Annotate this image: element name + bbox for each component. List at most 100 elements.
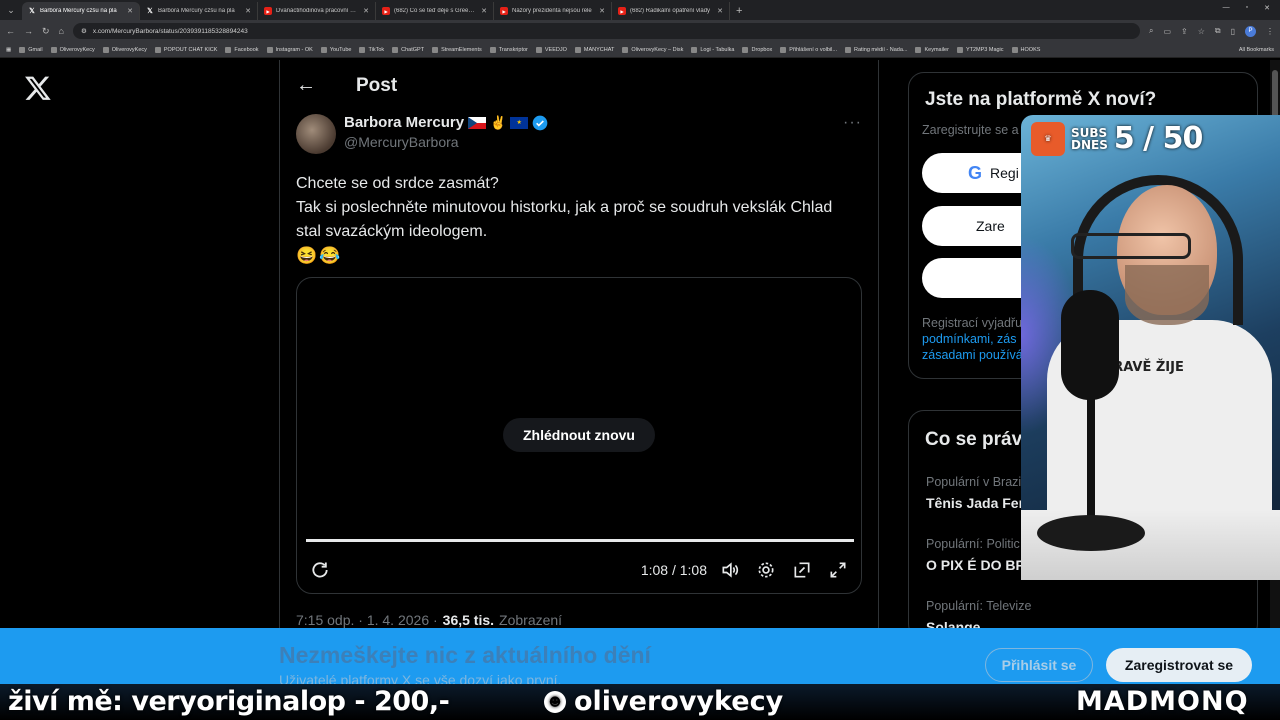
bookmarks-bar: ▦ Gmail OliverovyKecy OliverovyKecy POPOUT … <box>0 42 1280 58</box>
window-controls: — ▫ ✕ <box>1213 0 1280 16</box>
bookmark-favicon-icon <box>915 46 922 53</box>
post-header: ← Post <box>296 74 397 97</box>
bookmark-label: Dropbox <box>751 46 773 53</box>
bookmark-item[interactable]: VEEDJO <box>535 46 567 53</box>
browser-tab[interactable]: ▶ Dvanáctihodinová pracovní dob ✕ <box>258 2 376 20</box>
replay-button[interactable]: Zhlédnout znovu <box>503 418 655 452</box>
terms-link[interactable]: podmínkami, zás <box>922 332 1016 346</box>
bookmark-item[interactable]: Facebook <box>225 46 259 53</box>
zoom-icon[interactable]: ⌕ <box>1149 26 1153 36</box>
picture-in-picture-icon[interactable] <box>791 559 813 581</box>
bookmark-item[interactable]: ChatGPT <box>392 46 424 53</box>
close-tab-icon[interactable]: ✕ <box>363 7 369 15</box>
browser-tab[interactable]: ▶ (682) Radikální opatření vlády ✕ <box>612 2 730 20</box>
star-icon[interactable]: ☆ <box>1198 27 1205 36</box>
more-options-icon[interactable]: ··· <box>843 114 862 132</box>
back-arrow-icon[interactable]: ← <box>296 74 320 97</box>
bookmark-favicon-icon <box>50 46 57 53</box>
bookmark-favicon-icon <box>19 46 26 53</box>
bookmark-item[interactable]: Instagram - OK <box>266 46 313 53</box>
register-button[interactable]: Zaregistrovat se <box>1106 648 1252 682</box>
sidepanel-icon[interactable]: ▯ <box>1231 27 1235 36</box>
bookmark-item[interactable]: Logi - Tabulka <box>691 46 734 53</box>
bookmark-item[interactable]: OliverovyKecy <box>50 46 95 53</box>
login-banner: Nezmeškejte nic z aktuálního dění Uživat… <box>0 628 1280 688</box>
bookmark-label: OliverovyKecy – Disk <box>631 46 684 53</box>
apps-icon[interactable]: ▦ <box>6 47 11 53</box>
bookmark-item[interactable]: MANYCHAT <box>574 46 614 53</box>
video-progress-bar[interactable] <box>306 539 854 542</box>
bookmark-favicon-icon <box>1011 46 1018 53</box>
settings-gear-icon[interactable] <box>755 559 777 581</box>
x-logo-icon[interactable] <box>24 74 52 102</box>
bookmark-item[interactable]: YouTube <box>320 46 351 53</box>
close-tab-icon[interactable]: ✕ <box>717 7 723 15</box>
bookmark-item[interactable]: Rating médií - Nada... <box>844 46 908 53</box>
bookmark-item[interactable]: HOOKS <box>1011 46 1040 53</box>
trend-name: O PIX É DO BR <box>926 557 1026 573</box>
video-right-controls <box>719 559 849 581</box>
trend-item[interactable]: Populární v Brazi Tênis Jada Fer <box>926 475 1024 511</box>
bookmark-label: Rating médií - Nada... <box>853 46 908 53</box>
bookmark-label: YT2MP3 Magic <box>965 46 1004 53</box>
video-player[interactable]: Zhlédnout znovu 1:08 / 1:08 <box>296 277 862 594</box>
verified-badge-icon[interactable] <box>532 115 548 131</box>
menu-icon[interactable]: ⋮ <box>1266 27 1274 36</box>
profile-avatar[interactable]: P <box>1245 25 1256 37</box>
bookmark-item[interactable]: OliverovyKecy – Disk <box>622 46 684 53</box>
bookmark-item[interactable]: Keymailer <box>915 46 949 53</box>
all-bookmarks-button[interactable]: All Bookmarks <box>1239 47 1274 53</box>
bookmark-item[interactable]: Dropbox <box>742 46 773 53</box>
tweet-line: Tak si poslechněte minutovou historku, j… <box>296 199 833 216</box>
browser-tab[interactable]: 𝕏 Barbora Mercury czšu na pla ✕ <box>22 2 140 20</box>
view-label: Zobrazení <box>499 612 563 628</box>
close-tab-icon[interactable]: ✕ <box>599 7 605 15</box>
fullscreen-icon[interactable] <box>827 559 849 581</box>
bookmark-label: StreamElements <box>441 46 482 53</box>
site-info-icon[interactable]: ⚙ <box>81 27 87 35</box>
trend-item[interactable]: Populární: Politic O PIX É DO BR <box>926 537 1026 573</box>
cast-icon[interactable]: ▭ <box>1163 27 1171 36</box>
tab-title: Barbora Mercury czšu na pla <box>158 8 235 14</box>
browser-tab[interactable]: ▶ Názory prezidenta nejsou rele ✕ <box>494 2 612 20</box>
extensions-icon[interactable]: ⧉ <box>1215 26 1221 36</box>
new-tab-button[interactable]: + <box>730 2 748 20</box>
replay-icon[interactable] <box>309 559 331 581</box>
minimize-icon[interactable]: — <box>1223 4 1230 12</box>
glasses-icon <box>1071 233 1191 259</box>
close-tab-icon[interactable]: ✕ <box>481 7 487 15</box>
subs-label-line: DNES <box>1071 137 1108 152</box>
policy-link[interactable]: zásadami používá <box>922 348 1023 362</box>
url-input[interactable]: ⚙ x.com/MercuryBarbora/status/2039391185… <box>72 23 1140 39</box>
close-tab-icon[interactable]: ✕ <box>127 7 133 15</box>
login-button[interactable]: Přihlásit se <box>985 648 1093 682</box>
avatar[interactable] <box>296 114 336 154</box>
bookmark-item[interactable]: StreamElements <box>432 46 482 53</box>
maximize-icon[interactable]: ▫ <box>1246 4 1248 12</box>
home-icon[interactable]: ⌂ <box>59 26 64 36</box>
bookmark-favicon-icon <box>574 46 581 53</box>
reload-icon[interactable]: ↻ <box>42 26 50 37</box>
back-icon[interactable]: ← <box>6 26 15 36</box>
browser-tab[interactable]: 𝕏 Barbora Mercury czšu na pla ✕ <box>140 2 258 20</box>
bookmark-item[interactable]: YT2MP3 Magic <box>956 46 1004 53</box>
forward-icon[interactable]: → <box>24 26 33 36</box>
browser-tab[interactable]: ▶ (682) Co se teď děje s Green D ✕ <box>376 2 494 20</box>
post-timestamp[interactable]: 7:15 odp. · 1. 4. 2026 · <box>296 612 438 628</box>
bookmark-item[interactable]: Gmail <box>19 46 43 53</box>
trend-category: Populární: Politic <box>926 537 1020 551</box>
close-window-icon[interactable]: ✕ <box>1264 4 1270 12</box>
share-icon[interactable]: ⇪ <box>1181 27 1188 36</box>
author-name[interactable]: Barbora Mercury <box>344 114 464 131</box>
tab-search-icon[interactable]: ⌄ <box>0 0 22 20</box>
author-handle[interactable]: @MercuryBarbora <box>344 134 548 150</box>
bookmark-item[interactable]: Přihlášení o volbil... <box>780 46 837 53</box>
bookmark-label: OliverovyKecy <box>59 46 95 53</box>
volume-icon[interactable] <box>719 559 741 581</box>
bookmark-item[interactable]: POPOUT CHAT KICK <box>154 46 217 53</box>
bookmark-item[interactable]: OliverovyKecy <box>102 46 147 53</box>
bookmark-item[interactable]: TikTok <box>359 46 384 53</box>
bookmark-item[interactable]: Transkriptor <box>489 46 528 53</box>
signup-subtitle: Zaregistrujte se a <box>922 123 1019 137</box>
close-tab-icon[interactable]: ✕ <box>245 7 251 15</box>
